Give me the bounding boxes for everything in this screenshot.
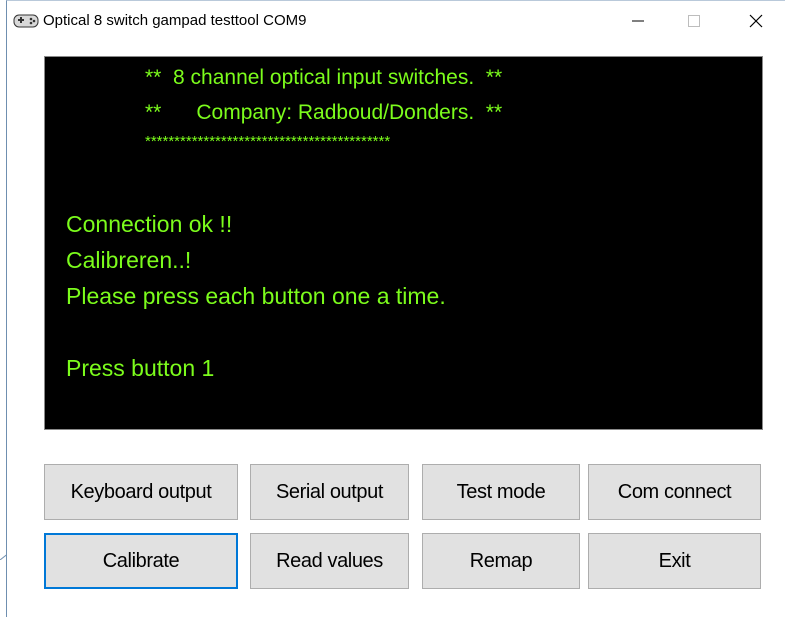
console-message: Calibreren..! — [66, 247, 192, 273]
com-connect-button[interactable]: Com connect — [588, 464, 761, 520]
read-values-button[interactable]: Read values — [250, 533, 409, 589]
console-output: ** 8 channel optical input switches. ** … — [44, 56, 763, 430]
serial-output-button[interactable]: Serial output — [250, 464, 409, 520]
app-window: Optical 8 switch gampad testtool COM9 **… — [6, 0, 785, 617]
remap-button[interactable]: Remap — [422, 533, 580, 589]
exit-button[interactable]: Exit — [588, 533, 761, 589]
close-button[interactable] — [733, 1, 779, 41]
calibrate-button[interactable]: Calibrate — [44, 533, 238, 589]
console-message: Please press each button one a time. — [66, 283, 446, 309]
console-header-line: ** Company: Radboud/Donders. ** — [145, 101, 503, 124]
gamepad-icon — [13, 13, 39, 29]
maximize-icon — [688, 15, 700, 27]
console-header-line: ****************************************… — [145, 133, 391, 150]
console-header-line: ** 8 channel optical input switches. ** — [145, 66, 503, 89]
maximize-button[interactable] — [671, 1, 717, 41]
keyboard-output-button[interactable]: Keyboard output — [44, 464, 238, 520]
minimize-button[interactable] — [615, 1, 661, 41]
console-message: Press button 1 — [66, 355, 215, 381]
window-title: Optical 8 switch gampad testtool COM9 — [43, 12, 307, 29]
console-message: Connection ok !! — [66, 211, 233, 237]
minimize-icon — [632, 20, 644, 22]
title-bar[interactable]: Optical 8 switch gampad testtool COM9 — [7, 1, 785, 41]
test-mode-button[interactable]: Test mode — [422, 464, 580, 520]
close-icon — [749, 14, 763, 28]
